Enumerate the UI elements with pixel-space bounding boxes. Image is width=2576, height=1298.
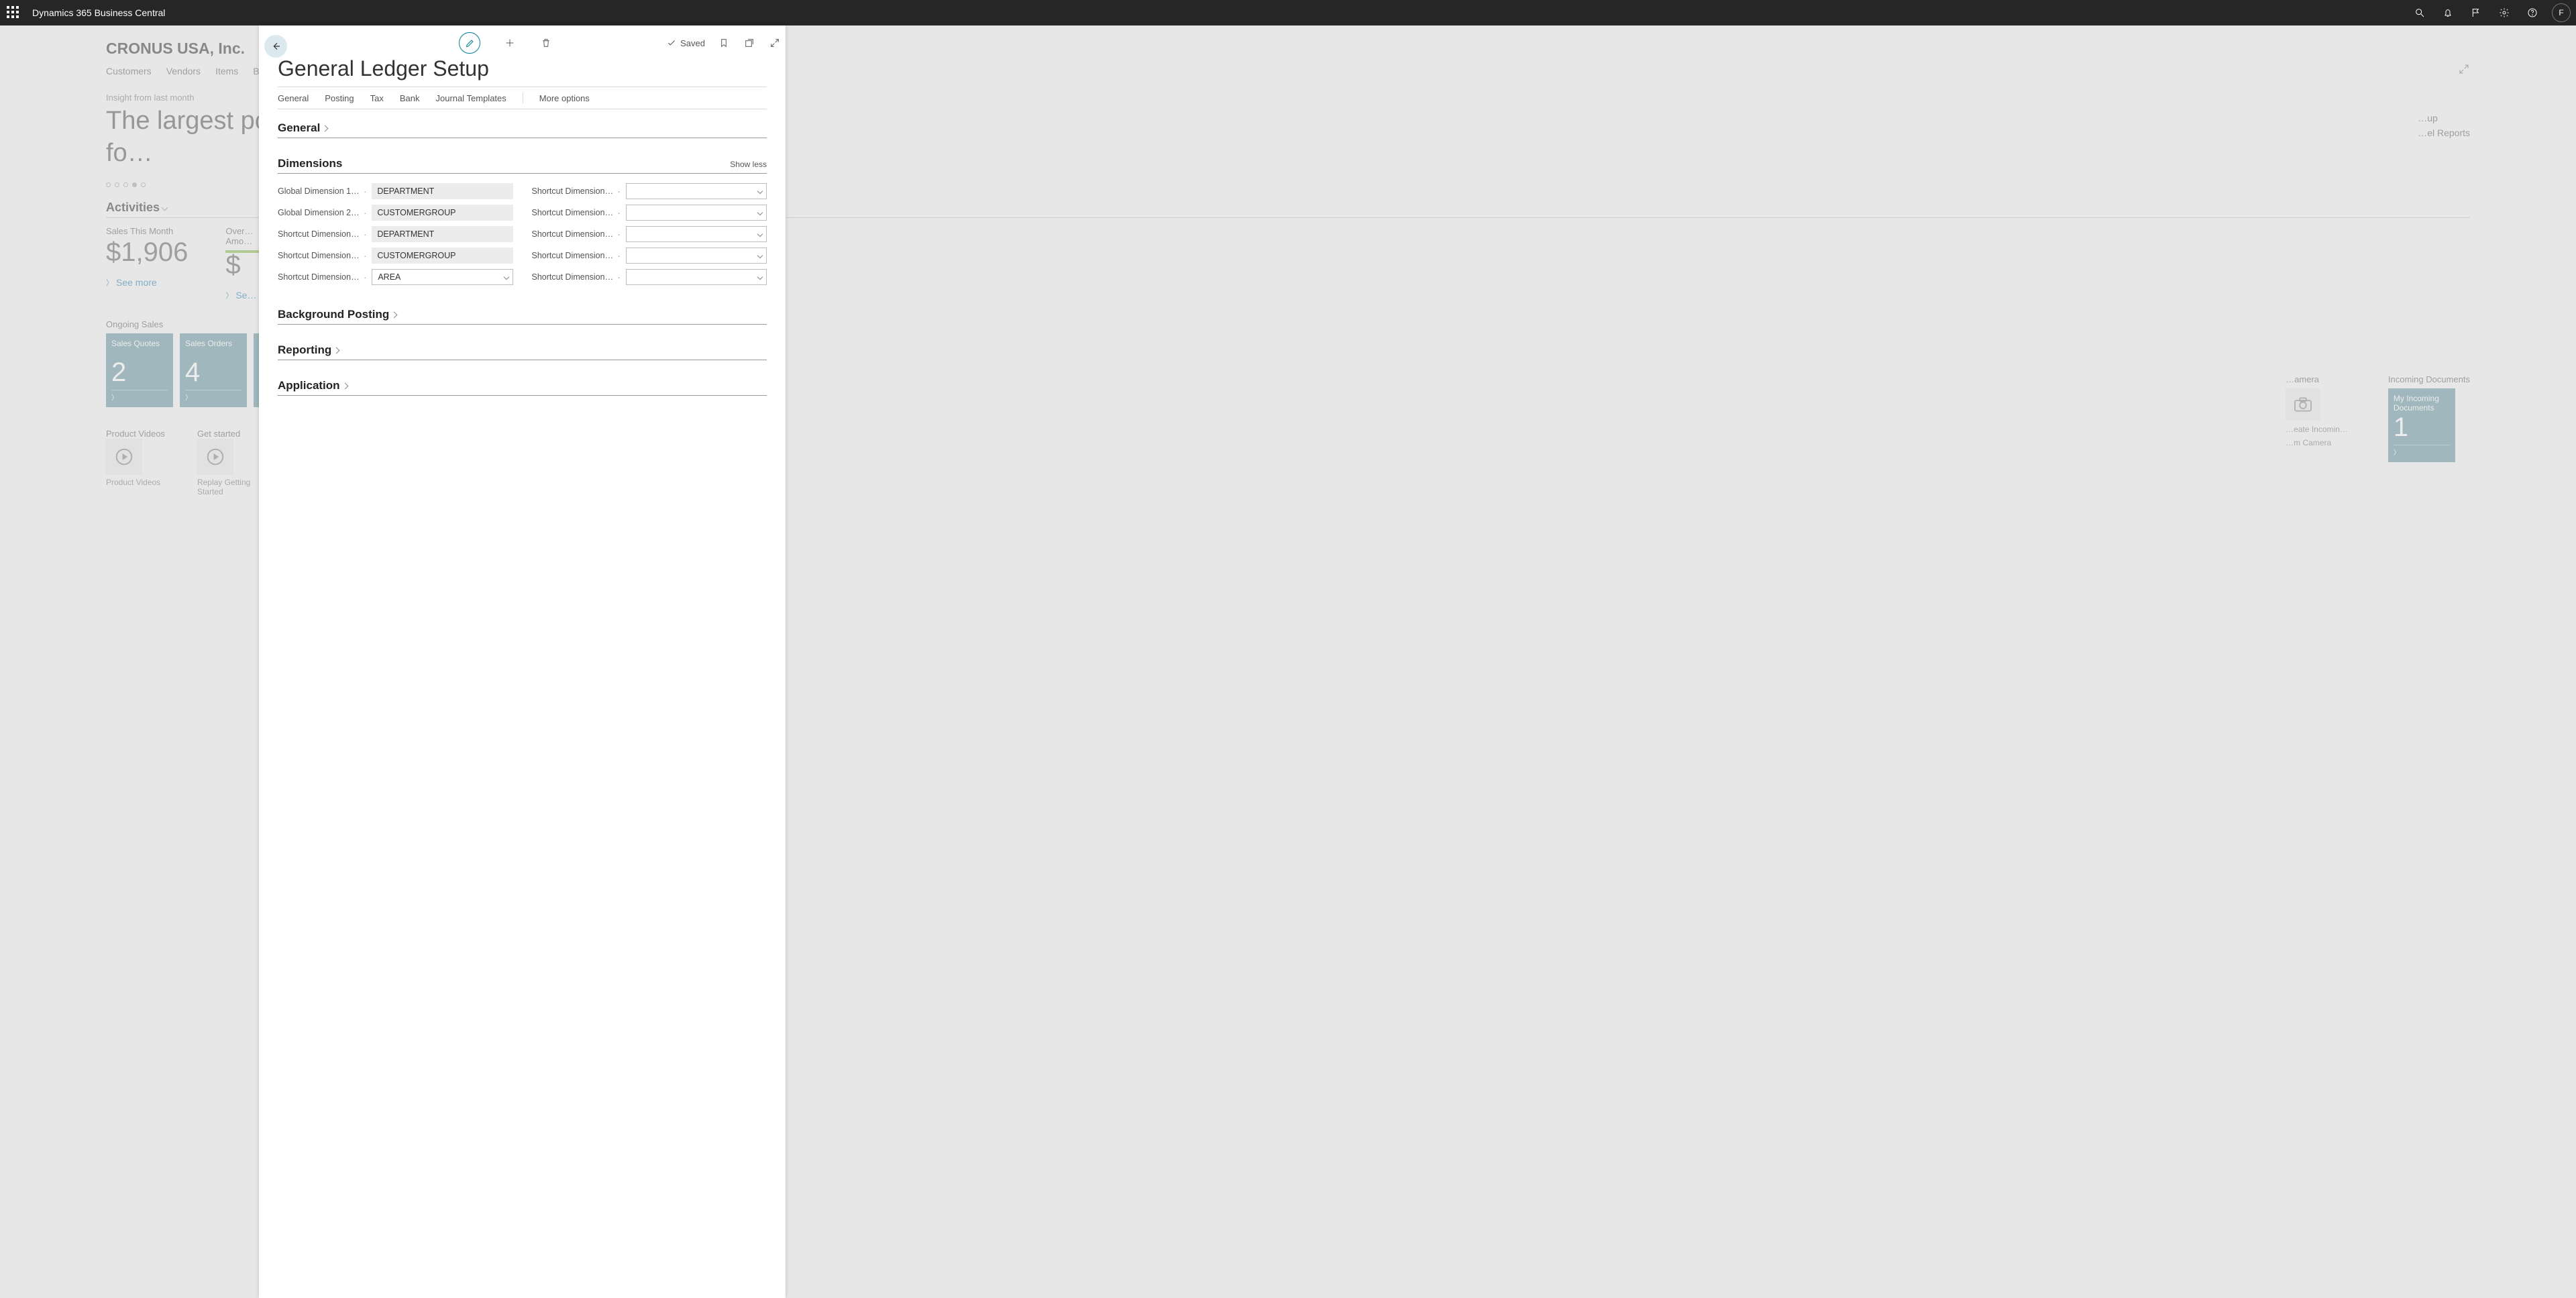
new-button[interactable] xyxy=(503,36,517,50)
app-header: Dynamics 365 Business Central F xyxy=(0,0,2576,25)
fasttab-application-header[interactable]: Application xyxy=(278,379,767,396)
tab-posting[interactable]: Posting xyxy=(325,93,354,103)
chevron-right-icon xyxy=(391,311,398,318)
label-shortcut-dim-1: Shortcut Dimension 1… xyxy=(278,229,360,239)
chevron-right-icon xyxy=(322,125,329,131)
label-shortcut-dim-8: Shortcut Dimension 8… xyxy=(532,272,614,282)
input-global-dim-1: DEPARTMENT xyxy=(372,183,513,199)
combo-shortcut-dim-5[interactable] xyxy=(626,205,767,221)
edit-button[interactable] xyxy=(459,32,480,54)
settings-gear-icon[interactable] xyxy=(2491,0,2517,25)
chevron-down-icon xyxy=(757,253,763,258)
combo-shortcut-dim-8[interactable] xyxy=(626,269,767,285)
label-shortcut-dim-7: Shortcut Dimension 7… xyxy=(532,251,614,260)
dimensions-right-col: Shortcut Dimension 4…· Shortcut Dimensio… xyxy=(532,183,767,285)
tab-journal-templates[interactable]: Journal Templates xyxy=(436,93,506,103)
combo-shortcut-dim-4[interactable] xyxy=(626,183,767,199)
app-launcher-icon[interactable] xyxy=(5,5,21,21)
chevron-down-icon xyxy=(757,231,763,237)
label-global-dim-2: Global Dimension 2 C… xyxy=(278,208,360,217)
saved-indicator: Saved xyxy=(667,38,705,48)
dimensions-left-col: Global Dimension 1 C…·DEPARTMENT Global … xyxy=(278,183,513,285)
tab-tax[interactable]: Tax xyxy=(370,93,384,103)
label-shortcut-dim-4: Shortcut Dimension 4… xyxy=(532,186,614,196)
input-shortcut-dim-2: CUSTOMERGROUP xyxy=(372,248,513,264)
chevron-down-icon xyxy=(503,274,508,280)
popout-icon[interactable] xyxy=(743,36,756,50)
app-title: Dynamics 365 Business Central xyxy=(32,7,165,18)
notifications-icon[interactable] xyxy=(2435,0,2461,25)
panel-title: General Ledger Setup xyxy=(278,56,786,81)
combo-shortcut-dim-7[interactable] xyxy=(626,248,767,264)
label-shortcut-dim-6: Shortcut Dimension 6… xyxy=(532,229,614,239)
fasttab-background-posting-header[interactable]: Background Posting xyxy=(278,308,767,325)
delete-button[interactable] xyxy=(539,36,553,50)
label-global-dim-1: Global Dimension 1 C… xyxy=(278,186,360,196)
label-shortcut-dim-2: Shortcut Dimension 2… xyxy=(278,251,360,260)
back-button[interactable] xyxy=(264,35,287,58)
label-shortcut-dim-3: Shortcut Dimension 3… xyxy=(278,272,360,282)
flag-icon[interactable] xyxy=(2463,0,2489,25)
combo-shortcut-dim-6[interactable] xyxy=(626,226,767,242)
combo-shortcut-dim-3[interactable]: AREA xyxy=(372,269,513,285)
chevron-down-icon xyxy=(757,188,763,194)
fasttab-general-header[interactable]: General xyxy=(278,121,767,138)
show-less-link[interactable]: Show less xyxy=(730,160,767,169)
tab-bank[interactable]: Bank xyxy=(400,93,420,103)
fasttab-reporting-header[interactable]: Reporting xyxy=(278,343,767,360)
chevron-right-icon xyxy=(341,382,348,389)
chevron-right-icon xyxy=(333,347,340,354)
input-shortcut-dim-1: DEPARTMENT xyxy=(372,226,513,242)
chevron-down-icon xyxy=(757,274,763,280)
search-icon[interactable] xyxy=(2407,0,2432,25)
user-avatar[interactable]: F xyxy=(2552,3,2571,22)
chevron-down-icon xyxy=(757,210,763,215)
input-global-dim-2: CUSTOMERGROUP xyxy=(372,205,513,221)
fasttab-dimensions-header[interactable]: Dimensions xyxy=(278,157,342,170)
gl-setup-panel: Saved General Ledger Setup General Posti… xyxy=(259,25,786,1298)
label-shortcut-dim-5: Shortcut Dimension 5… xyxy=(532,208,614,217)
tab-general[interactable]: General xyxy=(278,93,309,103)
maximize-icon[interactable] xyxy=(768,36,782,50)
help-icon[interactable] xyxy=(2520,0,2545,25)
bookmark-icon[interactable] xyxy=(717,36,731,50)
panel-tabs: General Posting Tax Bank Journal Templat… xyxy=(278,87,767,109)
more-options[interactable]: More options xyxy=(539,93,590,103)
